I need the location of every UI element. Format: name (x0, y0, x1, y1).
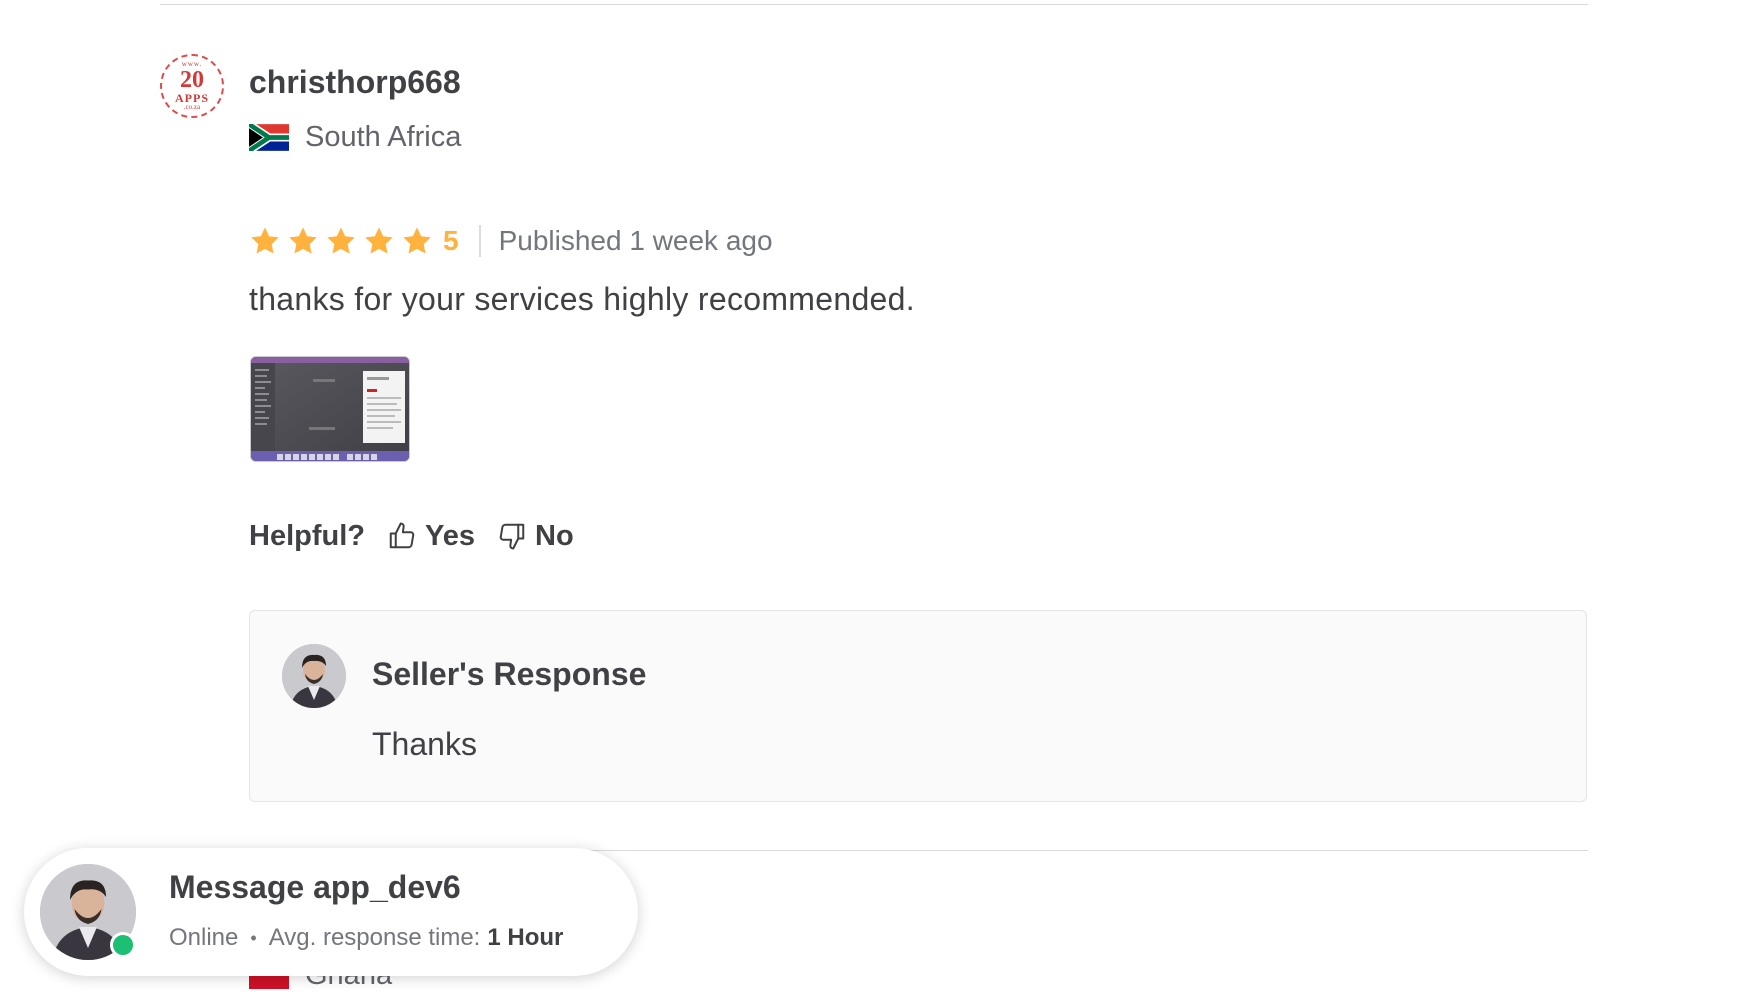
attachment-preview-image (251, 357, 409, 461)
star-icon (289, 227, 317, 254)
helpful-no-button[interactable]: No (497, 520, 574, 553)
rating-value: 5 (443, 225, 459, 256)
chat-meta: Online • Avg. response time: 1 Hour (169, 924, 563, 952)
review-attachment-thumbnail[interactable] (250, 356, 410, 462)
logo-text: .co.za (183, 103, 201, 111)
star-icon (403, 227, 431, 254)
helpful-row: Helpful? Yes No (249, 516, 574, 556)
helpful-yes-button[interactable]: Yes (387, 520, 475, 553)
star-icon (251, 227, 279, 254)
seller-response-text: Thanks (372, 726, 477, 762)
online-status-text: Online (169, 924, 239, 951)
star-icon (327, 227, 355, 254)
helpful-yes-label: Yes (425, 519, 475, 552)
reviewer-country: South Africa (249, 120, 461, 154)
country-name: South Africa (305, 120, 462, 153)
published-time: Published 1 week ago (498, 225, 773, 256)
logo-text: 20 (180, 67, 204, 93)
online-status-dot (110, 932, 136, 958)
response-time-value: 1 Hour (487, 924, 564, 951)
thumbs-up-icon (389, 522, 415, 549)
response-time-label: Avg. response time: (268, 924, 481, 951)
review-divider-top (160, 4, 1588, 5)
chat-title: Message app_dev6 (169, 869, 461, 905)
reviewer-avatar: www. 20 APPS .co.za (160, 54, 224, 118)
star-icon (365, 227, 393, 254)
meta-separator: • (250, 927, 257, 948)
review-text: thanks for your services highly recommen… (249, 281, 915, 317)
seller-response-title: Seller's Response (372, 656, 647, 692)
rating-separator (478, 225, 481, 257)
south-africa-flag-icon (249, 123, 289, 151)
thumbs-down-icon (499, 523, 525, 550)
seller-avatar (282, 644, 346, 708)
message-seller-widget[interactable]: Message app_dev6 Online • Avg. response … (24, 848, 638, 976)
helpful-no-label: No (535, 519, 574, 552)
seller-response-box: Seller's Response Thanks (249, 610, 1587, 802)
rating-row: 5 Published 1 week ago (249, 222, 773, 260)
helpful-label: Helpful? (249, 519, 365, 552)
reviewer-username[interactable]: christhorp668 (249, 64, 461, 101)
